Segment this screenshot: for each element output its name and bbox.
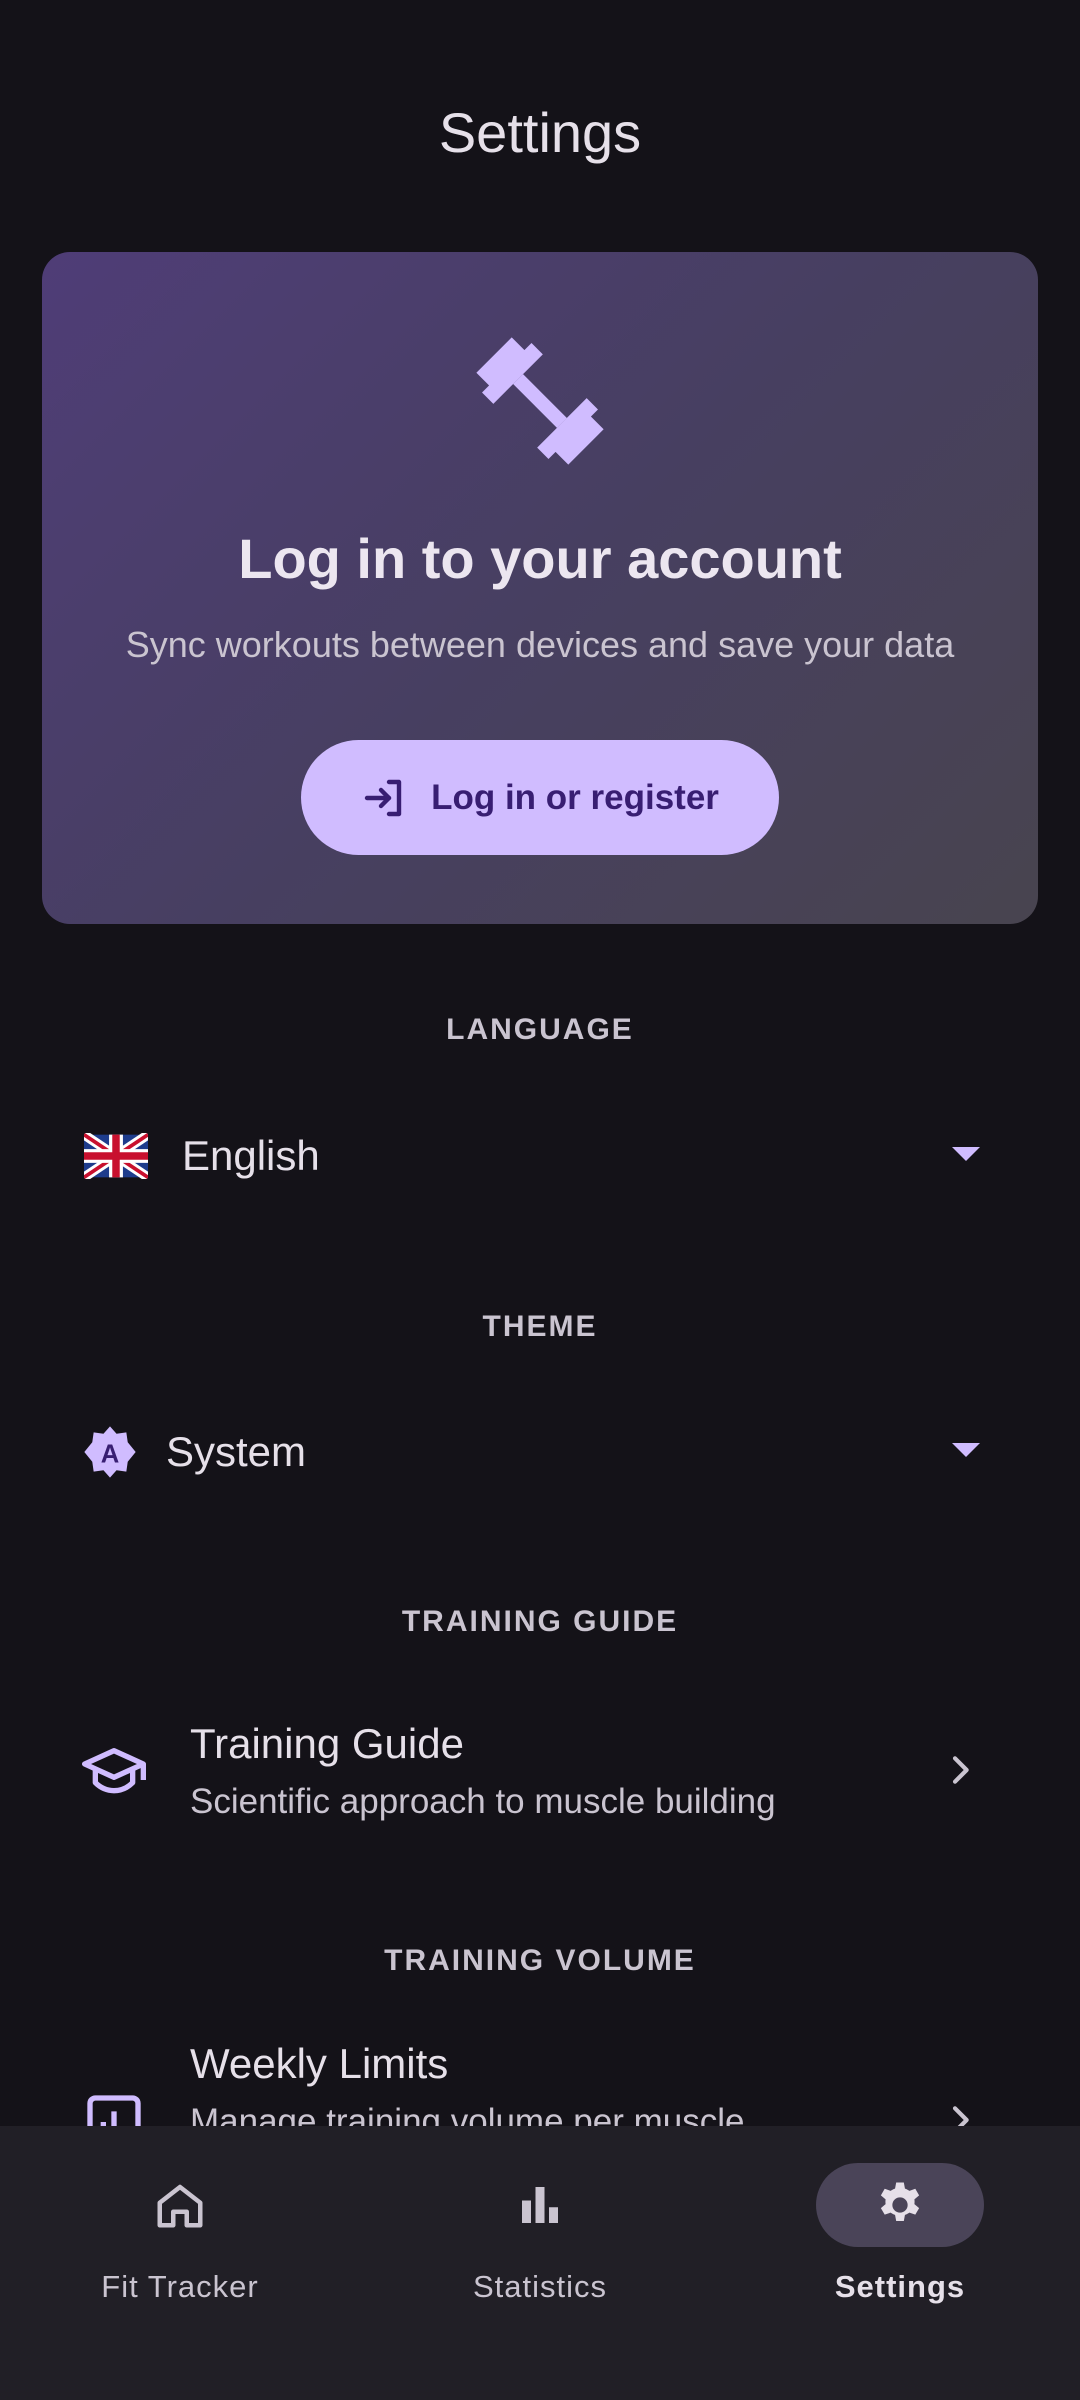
nav-label-fit-tracker: Fit Tracker xyxy=(101,2269,259,2304)
section-label-training-guide: TRAINING GUIDE xyxy=(401,1605,679,1638)
login-register-button[interactable]: Log in or register xyxy=(301,740,779,855)
nav-item-settings[interactable]: Settings xyxy=(750,2163,1050,2323)
svg-text:A: A xyxy=(101,1441,120,1469)
nav-pill-active xyxy=(816,2163,984,2247)
auto-theme-icon: A xyxy=(84,1426,136,1478)
gear-icon xyxy=(880,2182,920,2221)
login-card-subtitle: Sync workouts between devices and save y… xyxy=(125,624,955,665)
training-guide-title: Training Guide xyxy=(190,1720,464,1767)
login-button-label: Log in or register xyxy=(431,777,719,817)
language-dropdown[interactable]: English xyxy=(60,1101,1000,1211)
theme-dropdown[interactable]: A System xyxy=(60,1397,1000,1507)
login-icon xyxy=(364,779,402,816)
nav-item-fit-tracker[interactable]: Fit Tracker xyxy=(30,2163,330,2323)
section-label-theme: THEME xyxy=(482,1310,598,1343)
home-icon xyxy=(157,2184,203,2228)
uk-flag-icon xyxy=(84,1133,148,1179)
nav-label-statistics: Statistics xyxy=(472,2269,608,2304)
chevron-down-icon xyxy=(952,1443,980,1457)
graduation-cap-icon xyxy=(82,1748,146,1794)
chevron-right-icon xyxy=(952,1756,969,1784)
weekly-limits-title: Weekly Limits xyxy=(190,2040,449,2087)
login-card-title: Log in to your account xyxy=(238,527,842,590)
training-guide-item[interactable]: Training Guide Scientific approach to mu… xyxy=(60,1700,1000,1840)
nav-item-statistics[interactable]: Statistics xyxy=(390,2163,690,2323)
page-title: Settings xyxy=(438,101,642,164)
bar-chart-icon xyxy=(522,2187,558,2223)
dumbbell-icon xyxy=(476,337,604,465)
section-label-training-volume: TRAINING VOLUME xyxy=(384,1944,696,1977)
training-guide-subtitle: Scientific approach to muscle building xyxy=(190,1782,776,1821)
theme-selected: System xyxy=(166,1428,307,1475)
bottom-navigation-bar: Fit Tracker Statistics Settings xyxy=(0,2126,1080,2400)
section-label-language: LANGUAGE xyxy=(446,1013,634,1046)
nav-pill xyxy=(456,2163,624,2247)
chevron-down-icon xyxy=(952,1147,980,1161)
nav-label-settings: Settings xyxy=(834,2269,966,2304)
language-selected: English xyxy=(182,1132,320,1179)
nav-pill xyxy=(96,2163,264,2247)
